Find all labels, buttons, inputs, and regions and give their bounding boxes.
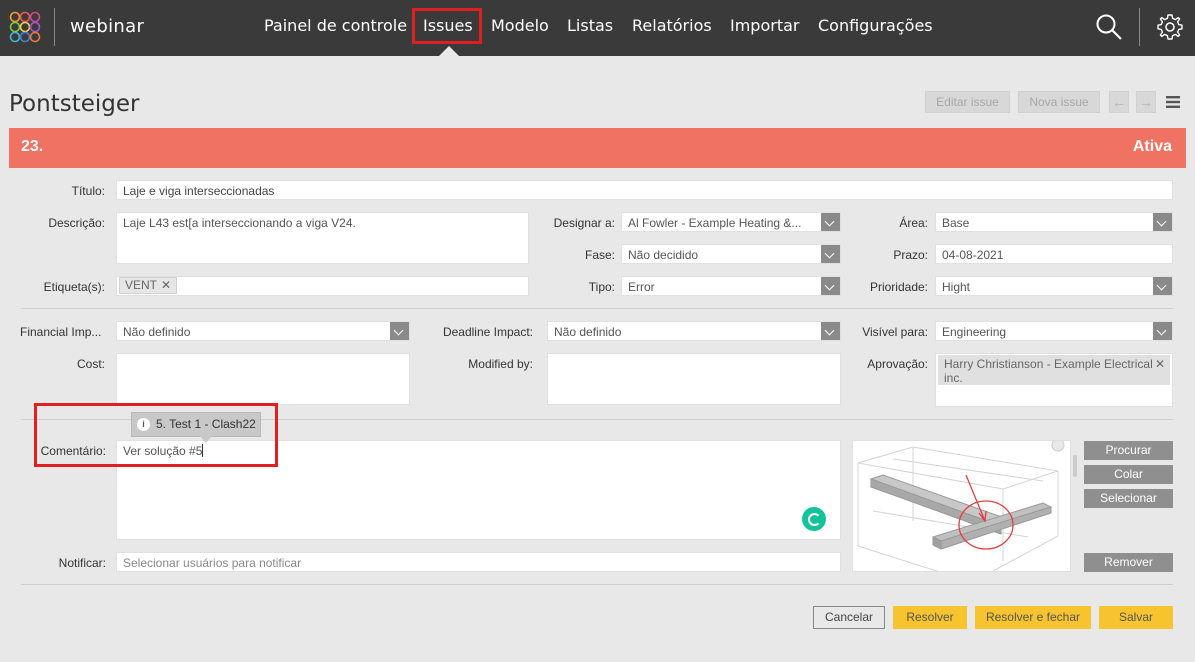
resolve-and-close-button[interactable]: Resolver e fechar bbox=[975, 606, 1091, 629]
notify-label: Notificar: bbox=[58, 556, 106, 570]
deadline-impact-label: Deadline Impact: bbox=[442, 325, 533, 339]
resolve-button[interactable]: Resolver bbox=[893, 606, 967, 629]
title-field[interactable]: Laje e viga interseccionadas bbox=[116, 180, 1173, 200]
top-navbar: webinar Painel de controle Issues Modelo… bbox=[0, 0, 1195, 56]
tag-label: VENT bbox=[125, 278, 158, 292]
new-issue-button[interactable]: Nova issue bbox=[1018, 91, 1100, 113]
description-label: Descrição: bbox=[48, 216, 105, 230]
tag-remove-icon[interactable]: ✕ bbox=[161, 278, 171, 292]
assign-select[interactable]: Al Fowler - Example Heating &... bbox=[621, 212, 841, 232]
modified-by-field[interactable] bbox=[547, 353, 841, 405]
phase-label: Fase: bbox=[584, 248, 615, 262]
cost-field[interactable] bbox=[116, 353, 410, 405]
chevron-down-icon[interactable] bbox=[821, 213, 840, 231]
deadline-label: Prazo: bbox=[893, 248, 928, 262]
visible-to-label: Visível para: bbox=[862, 325, 928, 339]
approval-chip: Harry Christianson - Example Electrical … bbox=[938, 355, 1170, 385]
issue-status: Ativa bbox=[1132, 138, 1172, 155]
gear-icon[interactable] bbox=[1155, 12, 1185, 42]
deadline-impact-value: Não definido bbox=[554, 325, 622, 339]
assign-label: Designar a: bbox=[553, 216, 615, 230]
type-value: Error bbox=[628, 280, 655, 294]
type-select[interactable]: Error bbox=[621, 276, 841, 296]
edit-issue-button[interactable]: Editar issue bbox=[925, 91, 1010, 113]
active-nav-caret bbox=[439, 46, 459, 56]
paste-button[interactable]: Colar bbox=[1084, 465, 1173, 484]
nav-relatorios[interactable]: Relatórios bbox=[632, 16, 712, 35]
issue-number: 23. bbox=[21, 138, 44, 155]
chevron-down-icon[interactable] bbox=[390, 322, 409, 340]
nav-modelo[interactable]: Modelo bbox=[491, 16, 549, 35]
priority-select[interactable]: Hight bbox=[935, 276, 1173, 296]
approval-value: Harry Christianson - Example Electrical … bbox=[944, 357, 1153, 385]
nav-painel-de-controle[interactable]: Painel de controle bbox=[264, 16, 407, 35]
visible-to-select[interactable]: Engineering bbox=[935, 321, 1173, 341]
hamburger-menu-icon[interactable] bbox=[1166, 95, 1180, 109]
modified-by-label: Modified by: bbox=[468, 357, 533, 371]
cost-label: Cost: bbox=[76, 357, 105, 371]
tag-chip: VENT ✕ bbox=[119, 277, 178, 294]
deadline-field[interactable]: 04-08-2021 bbox=[935, 244, 1173, 264]
approval-label: Aprovação: bbox=[867, 357, 928, 371]
type-label: Tipo: bbox=[588, 280, 615, 294]
nav-listas[interactable]: Listas bbox=[567, 16, 613, 35]
divider bbox=[21, 584, 1173, 585]
financial-impact-value: Não definido bbox=[123, 325, 191, 339]
logo-icon[interactable] bbox=[8, 10, 42, 44]
financial-impact-label: Financial Imp... bbox=[20, 325, 102, 339]
chevron-down-icon[interactable] bbox=[1153, 277, 1172, 295]
financial-impact-select[interactable]: Não definido bbox=[116, 321, 410, 341]
divider bbox=[21, 308, 1173, 309]
chevron-down-icon[interactable] bbox=[1153, 213, 1172, 231]
page-title: Pontsteiger bbox=[9, 91, 140, 117]
brand-name: webinar bbox=[70, 16, 145, 37]
grammarly-icon[interactable] bbox=[802, 507, 826, 531]
issue-banner: 23. Ativa bbox=[9, 128, 1186, 168]
cancel-button[interactable]: Cancelar bbox=[813, 606, 885, 629]
priority-label: Prioridade: bbox=[869, 280, 928, 294]
nav-configuracoes[interactable]: Configurações bbox=[818, 16, 933, 35]
assign-value: Al Fowler - Example Heating &... bbox=[628, 216, 802, 230]
area-value: Base bbox=[942, 216, 970, 230]
tags-label: Etiqueta(s): bbox=[43, 280, 105, 294]
notify-input[interactable]: Selecionar usuários para notificar bbox=[116, 552, 841, 572]
viewpoint-snapshot[interactable] bbox=[852, 440, 1071, 572]
scrollbar[interactable] bbox=[1073, 455, 1077, 477]
chevron-down-icon[interactable] bbox=[821, 322, 840, 340]
search-icon[interactable] bbox=[1094, 12, 1124, 42]
chevron-down-icon[interactable] bbox=[1153, 322, 1172, 340]
divider bbox=[1139, 8, 1140, 46]
title-label: Título: bbox=[71, 184, 105, 198]
phase-value: Não decidido bbox=[628, 248, 699, 262]
highlight-box-comment bbox=[34, 403, 278, 467]
prev-arrow-icon[interactable]: ← bbox=[1109, 91, 1129, 113]
remove-button[interactable]: Remover bbox=[1084, 553, 1173, 572]
model-snapshot-image bbox=[857, 441, 1065, 571]
visible-to-value: Engineering bbox=[942, 325, 1007, 339]
next-arrow-icon[interactable]: → bbox=[1136, 91, 1156, 113]
nav-importar[interactable]: Importar bbox=[730, 16, 799, 35]
chevron-down-icon[interactable] bbox=[821, 245, 840, 263]
phase-select[interactable]: Não decidido bbox=[621, 244, 841, 264]
description-field[interactable]: Laje L43 est[a interseccionando a viga V… bbox=[116, 212, 529, 264]
highlight-box-issues bbox=[412, 8, 482, 44]
chevron-down-icon[interactable] bbox=[821, 277, 840, 295]
save-button[interactable]: Salvar bbox=[1099, 606, 1173, 629]
area-select[interactable]: Base bbox=[935, 212, 1173, 232]
tags-field[interactable] bbox=[116, 276, 529, 296]
deadline-impact-select[interactable]: Não definido bbox=[547, 321, 841, 341]
area-label: Área: bbox=[899, 216, 928, 230]
approval-remove-icon[interactable]: ✕ bbox=[1155, 357, 1165, 371]
priority-value: Hight bbox=[942, 280, 971, 294]
divider bbox=[54, 8, 55, 46]
search-viewpoint-button[interactable]: Procurar bbox=[1084, 441, 1173, 460]
select-button[interactable]: Selecionar bbox=[1084, 489, 1173, 508]
